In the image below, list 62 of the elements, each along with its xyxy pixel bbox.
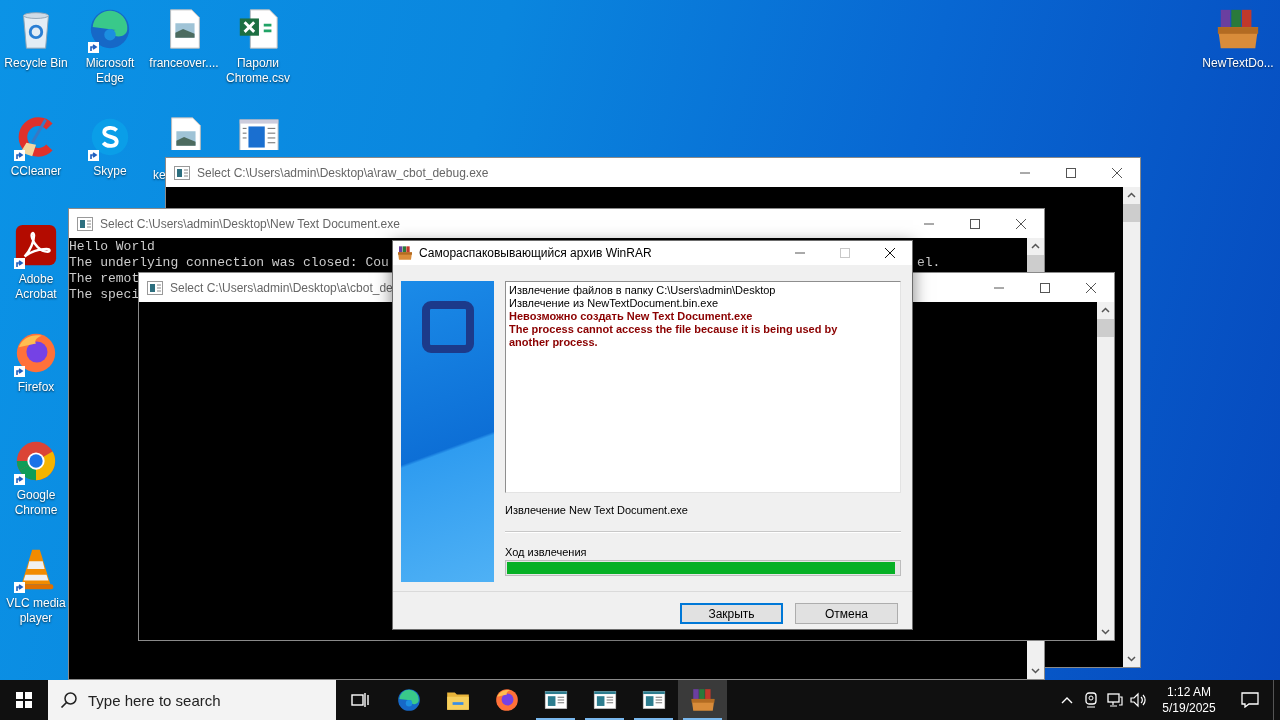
console-text: The remot: [69, 271, 140, 286]
desktop-item[interactable]: Skype: [87, 114, 133, 179]
window-title: Самораспаковывающийся архив WinRAR: [419, 246, 652, 260]
console-window-icon: [147, 280, 163, 295]
close-icon: [883, 248, 896, 258]
task-view-icon: [351, 692, 369, 708]
browser-icon: [493, 687, 520, 713]
progress-label: Ход извлечения: [505, 545, 588, 559]
dialog-button[interactable]: Закрыть: [680, 603, 783, 624]
windows-logo-icon: [16, 692, 32, 708]
status-text: Извлечение New Text Document.exe: [505, 503, 689, 517]
camera-icon: [1084, 692, 1098, 708]
close-icon: [1015, 218, 1027, 229]
square-logo-icon: [421, 301, 474, 353]
clock-date: 5/19/2025: [1162, 700, 1216, 716]
desktop-item[interactable]: Firefox: [13, 330, 59, 395]
desktop-item[interactable]: VLC media player: [4, 546, 68, 626]
console-text: The underlying connection was closed: Cou: [69, 255, 389, 270]
desktop-item[interactable]: Microsoft Edge: [78, 6, 142, 86]
notification-icon: [1241, 692, 1259, 708]
window-title: Select C:\Users\admin\Desktop\a\cbot_de: [170, 280, 393, 295]
scroll-thumb[interactable]: [1027, 255, 1044, 273]
scroll-thumb[interactable]: [1123, 204, 1140, 222]
console-window-icon: [174, 165, 190, 180]
console-text: Hello World: [69, 239, 155, 254]
console-window-icon: [77, 216, 93, 231]
log-line: Извлечение из NewTextDocument.bin.exe: [509, 297, 720, 310]
browser-icon: [395, 687, 422, 713]
desktop-item[interactable]: Adobe Acrobat: [4, 222, 68, 302]
window-title: Select C:\Users\admin\Desktop\a\raw_cbot_debug.exe: [197, 165, 489, 180]
desktop-item[interactable]: Пароли Chrome.csv: [226, 6, 290, 86]
pdf-icon: [13, 222, 59, 268]
log-line: The process cannot access the file because it is being used by another process.: [509, 323, 839, 349]
scrollbar[interactable]: [1027, 641, 1044, 679]
log-line: Извлечение файлов в папку C:\Users\admin\Desktop: [509, 284, 777, 297]
log-line: Невозможно создать New Text Document.exe: [509, 310, 754, 323]
clock[interactable]: 1:12 AM 5/19/2025: [1151, 680, 1227, 720]
window-title: Select C:\Users\admin\Desktop\New Text Document.exe: [100, 216, 400, 231]
close-icon: [1085, 282, 1097, 293]
scrollbar[interactable]: [1123, 187, 1140, 667]
maximize-icon: [1065, 167, 1077, 178]
console-text: el.: [917, 255, 941, 271]
maximize-icon: [969, 218, 981, 229]
chevron-up-icon: [1061, 696, 1073, 704]
dialog-button[interactable]: Отмена: [795, 603, 898, 624]
desktop-item[interactable]: CCleaner: [10, 114, 62, 179]
maximize-icon: [1039, 282, 1051, 293]
desktop-item[interactable]: ke: [153, 168, 166, 183]
scroll-thumb[interactable]: [1097, 319, 1114, 337]
console-text: The speci: [69, 287, 140, 302]
close-icon: [1111, 167, 1123, 178]
volume-icon: [1130, 692, 1148, 708]
archive-icon: [689, 687, 716, 713]
scrollbar[interactable]: [1097, 302, 1114, 640]
clock-time: 1:12 AM: [1167, 684, 1211, 700]
desktop-item[interactable]: Google Chrome: [4, 438, 68, 518]
network-icon: [1107, 692, 1123, 708]
archive-icon: [397, 245, 413, 261]
desktop-item[interactable]: Recycle Bin: [4, 6, 68, 71]
search-field[interactable]: Type here to search: [48, 680, 336, 720]
maximize-icon: [838, 248, 851, 258]
scrollbar[interactable]: [1027, 238, 1044, 273]
